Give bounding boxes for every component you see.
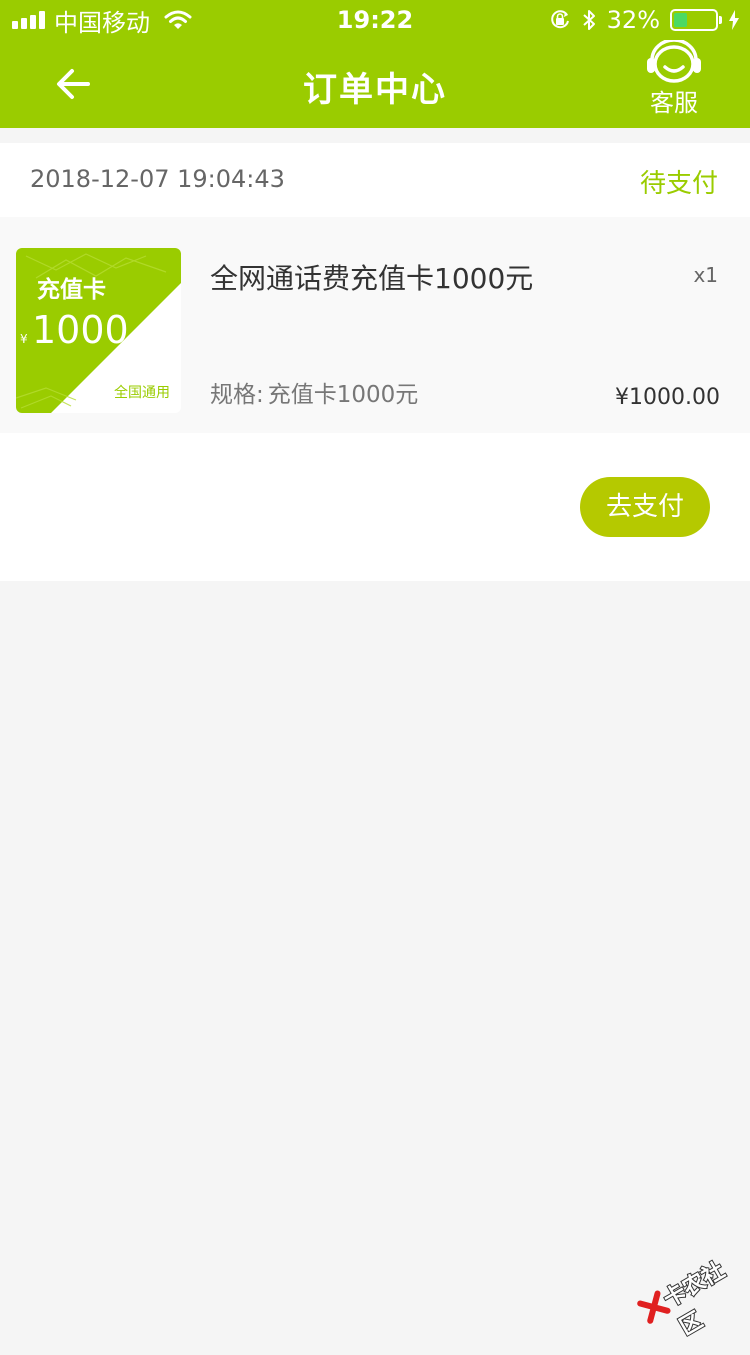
thumbnail-tag: 全国通用 xyxy=(114,382,170,402)
product-price: ¥1000.00 xyxy=(615,385,720,410)
product-spec: 规格:充值卡1000元 xyxy=(210,375,418,409)
thumbnail-currency: ¥ xyxy=(20,332,28,346)
orientation-lock-icon xyxy=(549,9,571,31)
thumbnail-amount: 1000 xyxy=(32,308,129,352)
charging-icon xyxy=(728,10,740,30)
battery-icon xyxy=(670,9,718,31)
product-item[interactable]: 充值卡 ¥ 1000 全国通用 全网通话费充值卡1000元 x1 规格:充值卡1… xyxy=(0,217,750,433)
app-header: 中国移动 19:22 32% xyxy=(0,0,750,128)
product-thumbnail: 充值卡 ¥ 1000 全国通用 xyxy=(16,248,181,413)
watermark: 卡农社区 xyxy=(626,1235,750,1342)
order-status: 待支付 xyxy=(640,163,718,200)
order-header: 2018-12-07 19:04:43 待支付 xyxy=(0,143,750,217)
order-time: 2018-12-07 19:04:43 xyxy=(30,165,285,193)
spec-label: 规格: xyxy=(210,382,264,408)
customer-service-label: 客服 xyxy=(638,83,710,118)
watermark-text: 卡农社区 xyxy=(657,1245,750,1341)
pay-button[interactable]: 去支付 xyxy=(580,477,710,537)
status-right: 32% xyxy=(549,6,740,34)
status-bar: 中国移动 19:22 32% xyxy=(0,0,750,40)
bluetooth-icon xyxy=(581,8,597,32)
customer-service-button[interactable]: 客服 xyxy=(638,40,710,118)
product-name: 全网通话费充值卡1000元 xyxy=(210,257,533,297)
headset-icon xyxy=(638,40,710,84)
product-quantity: x1 xyxy=(693,263,718,287)
battery-percent: 32% xyxy=(607,6,660,34)
thumbnail-title: 充值卡 xyxy=(37,270,106,304)
spec-value: 充值卡1000元 xyxy=(268,382,419,408)
battery-level xyxy=(674,13,687,27)
order-card: 2018-12-07 19:04:43 待支付 充值卡 ¥ 1000 全国通用 … xyxy=(0,143,750,581)
